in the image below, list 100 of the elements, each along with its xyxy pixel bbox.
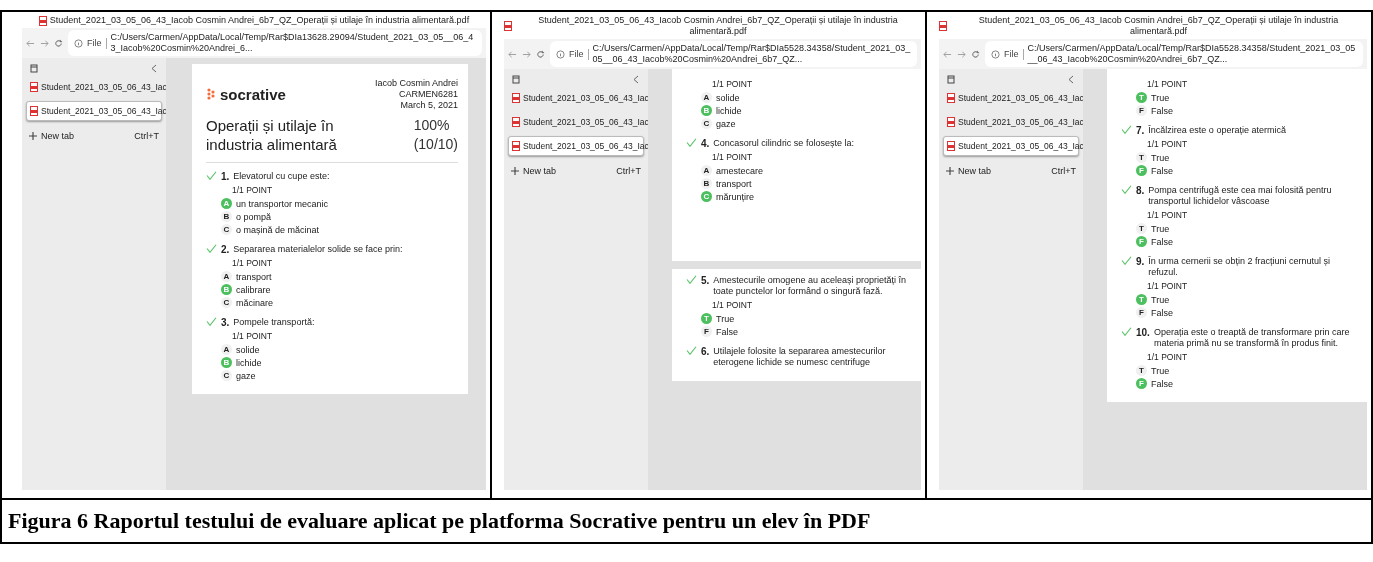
student-info: Iacob Cosmin Andrei xyxy=(374,78,458,88)
reload-icon[interactable] xyxy=(536,49,545,59)
points-label: 1/1 POINT xyxy=(712,152,754,162)
answer-text: o mașină de măcinat xyxy=(236,224,320,235)
plus-icon xyxy=(511,167,519,175)
pdf-file-icon xyxy=(30,82,38,92)
pdf-file-icon xyxy=(939,21,947,31)
answer-marker: T xyxy=(1136,223,1147,234)
student-info: March 5, 2021 xyxy=(400,100,458,110)
question-text: Operația este o treaptă de transformare prin care materia primă nu se transformă în produs finit. xyxy=(1153,327,1351,349)
points-label: 1/1 POINT xyxy=(712,79,754,89)
address-field[interactable]: File C:/Users/Carmen/AppData/Local/Temp/Rar$DIa5528.34358/Student_2021_03_05__06_43_Iacob%20Cosmin%20Andrei_6b7_QZ... xyxy=(550,41,917,67)
collapse-chevron-icon[interactable] xyxy=(150,64,158,73)
answer-text: False xyxy=(1151,378,1173,389)
answer-marker: F xyxy=(1136,165,1147,176)
points-label: 1/1 POINT xyxy=(1147,79,1189,89)
back-arrow-icon[interactable] xyxy=(943,49,952,59)
answer-text: un transportor mecanic xyxy=(236,198,329,209)
check-icon xyxy=(686,138,697,147)
question-number: 10. xyxy=(1136,327,1150,338)
answer-marker: C xyxy=(221,297,232,308)
address-field[interactable]: File C:/Users/Carmen/AppData/Local/Temp/Rar$DIa13628.29094/Student_2021_03_05__06_43_Iacob%20Cosmin%20Andrei_6... xyxy=(68,30,482,56)
answer-marker: T xyxy=(1136,294,1147,305)
address-field[interactable]: File C:/Users/Carmen/AppData/Local/Temp/Rar$DIa5528.34358/Student_2021_03_05__06_43_Iacob%20Cosmin%20Andrei_6b7_QZ... xyxy=(985,41,1363,67)
question-text: Concasorul cilindric se folosește la: xyxy=(713,138,854,149)
answer-marker: C xyxy=(221,224,232,235)
answer-text: True xyxy=(1151,294,1170,305)
answer-text: True xyxy=(1151,152,1170,163)
answer-marker: F xyxy=(1136,236,1147,247)
question-text: Utilajele folosite la separarea amestecurilor eterogene lichide se numesc centrifuge xyxy=(713,346,887,368)
answer-marker: A xyxy=(221,198,232,209)
collapse-chevron-icon[interactable] xyxy=(1067,75,1075,84)
answer-marker: B xyxy=(221,357,232,368)
answer-marker: B xyxy=(221,211,232,222)
question-text: În urma cernerii se obțin 2 fracțiuni cernutul și refuzul. xyxy=(1148,256,1331,278)
answer-text: o pompă xyxy=(236,211,272,222)
forward-arrow-icon[interactable] xyxy=(40,38,49,48)
collapse-chevron-icon[interactable] xyxy=(632,75,640,84)
score-percent: 100% xyxy=(413,116,451,135)
new-tab-button[interactable]: New tab Ctrl+T xyxy=(943,160,1079,182)
answer-text: amestecare xyxy=(716,165,764,176)
tab-actions-icon[interactable] xyxy=(947,75,955,84)
answer-text: False xyxy=(1151,307,1173,318)
window-title: Student_2021_03_05_06_43_Iacob Cosmin Andrei_6b7_QZ_Operații și utilaje în industria alimentară.pdf xyxy=(49,15,470,26)
answer-text: True xyxy=(1151,223,1170,234)
tab-actions-icon[interactable] xyxy=(512,75,520,84)
logo-dots-icon xyxy=(206,88,216,100)
info-icon[interactable] xyxy=(991,49,1000,59)
answer-marker: F xyxy=(1136,307,1147,318)
tab-actions-icon[interactable] xyxy=(30,64,38,73)
new-tab-button[interactable]: New tab Ctrl+T xyxy=(26,125,162,147)
points-label: 1/1 POINT xyxy=(1147,352,1189,362)
answer-marker: F xyxy=(1136,105,1147,116)
answer-marker: A xyxy=(701,92,712,103)
student-info: CARMEN6281 xyxy=(398,89,458,99)
question-text: Încălzirea este o operație atermică xyxy=(1148,125,1286,136)
back-arrow-icon[interactable] xyxy=(508,49,517,59)
question-text: Separarea materialelor solide se face prin: xyxy=(233,244,403,255)
window-title: Student_2021_03_05_06_43_Iacob Cosmin Andrei_6b7_QZ_Operații și utilaje în industria alimentară.pdf xyxy=(537,15,899,37)
quiz-title: Operații și utilaje în industria alimentară xyxy=(206,116,338,154)
answer-text: transport xyxy=(716,178,752,189)
answer-marker: T xyxy=(1136,152,1147,163)
reload-icon[interactable] xyxy=(54,38,63,48)
answer-marker: A xyxy=(701,165,712,176)
info-icon[interactable] xyxy=(556,49,565,59)
info-icon[interactable] xyxy=(74,38,83,48)
answer-text: solide xyxy=(716,92,740,103)
new-tab-button[interactable]: New tab Ctrl+T xyxy=(508,160,644,182)
question-number: 4. xyxy=(701,138,710,149)
plus-icon xyxy=(29,132,37,140)
points-label: 1/1 POINT xyxy=(232,331,274,341)
back-arrow-icon[interactable] xyxy=(26,38,35,48)
answer-text: False xyxy=(1151,236,1173,247)
check-icon xyxy=(1121,125,1132,134)
check-icon xyxy=(1121,185,1132,194)
question-number: 7. xyxy=(1136,125,1145,136)
answer-text: lichide xyxy=(236,357,262,368)
question-number: 3. xyxy=(221,317,230,328)
forward-arrow-icon[interactable] xyxy=(957,49,966,59)
question-text: Elevatorul cu cupe este: xyxy=(233,171,330,182)
points-label: 1/1 POINT xyxy=(1147,281,1189,291)
points-label: 1/1 POINT xyxy=(232,185,274,195)
check-icon xyxy=(686,346,697,355)
window-title: Student_2021_03_05_06_43_Iacob Cosmin Andrei_6b7_QZ_Operații și utilaje în industria alimentară.pdf xyxy=(977,15,1340,37)
answer-marker: A xyxy=(221,344,232,355)
answer-text: False xyxy=(1151,165,1173,176)
question-text: Amestecurile omogene au aceleași proprietăți în toate punctelor lor formând o singură fază. xyxy=(713,275,907,297)
answer-marker: B xyxy=(701,105,712,116)
forward-arrow-icon[interactable] xyxy=(522,49,531,59)
points-label: 1/1 POINT xyxy=(712,300,754,310)
answer-text: lichide xyxy=(716,105,742,116)
pdf-file-icon xyxy=(947,93,955,103)
points-label: 1/1 POINT xyxy=(1147,139,1189,149)
answer-marker: C xyxy=(701,191,712,202)
answer-text: False xyxy=(1151,105,1173,116)
pdf-file-icon xyxy=(38,15,47,26)
answer-text: gaze xyxy=(236,370,256,381)
reload-icon[interactable] xyxy=(971,49,980,59)
question-number: 1. xyxy=(221,171,230,182)
question-number: 5. xyxy=(701,275,710,286)
